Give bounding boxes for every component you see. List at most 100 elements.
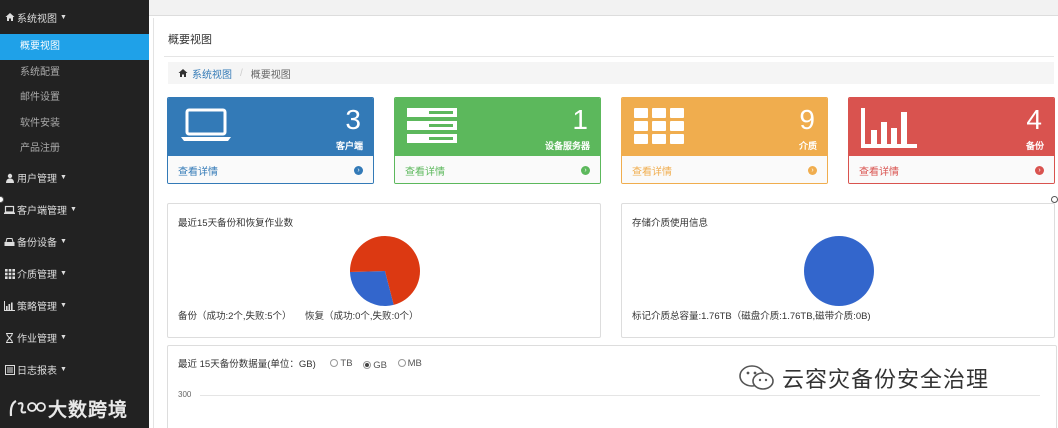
sidebar-group-label: 策略管理: [17, 302, 57, 313]
grid-line: [200, 395, 1040, 396]
arrow-right-icon: ›: [581, 166, 590, 175]
divider: [164, 56, 1054, 57]
card-details-link[interactable]: 查看详情 ›: [168, 156, 373, 183]
unit-radio-gb[interactable]: GB: [363, 360, 387, 371]
sidebar-group-clients[interactable]: 客户端管理 ▼: [0, 194, 149, 226]
radio-dot: [330, 359, 339, 367]
hourglass-icon: [4, 332, 15, 343]
main-area: 概要视图 系统视图 / 概要视图 3 客户端 查看详情 › 1 设备服务器 查看…: [149, 0, 1058, 428]
sidebar-item-product-register[interactable]: 产品注册: [0, 136, 149, 162]
card-details-link[interactable]: 查看详情 ›: [395, 156, 600, 183]
sidebar-item-system-config[interactable]: 系统配置: [0, 60, 149, 86]
volume-panel-title: 最近 15天备份数据量(单位：GB) TB GB MB: [178, 356, 430, 371]
card-count: 3: [345, 104, 361, 135]
sidebar-group-jobs[interactable]: 作业管理 ▼: [0, 322, 149, 354]
server-icon: [407, 108, 459, 149]
card-clients: 3 客户端 查看详情 ›: [167, 97, 374, 184]
sidebar-item-overview[interactable]: 概要视图: [0, 34, 149, 60]
radio-label: TB: [340, 357, 353, 369]
home-icon: [4, 12, 15, 23]
jobs-pie-chart: [350, 236, 420, 306]
laptop-icon: [4, 204, 15, 215]
card-details-link[interactable]: 查看详情 ›: [849, 156, 1054, 183]
sidebar-group-media[interactable]: 介质管理 ▼: [0, 258, 149, 290]
volume-panel-title-text: 最近 15天备份数据量(单位：GB): [178, 359, 316, 370]
storage-pie-chart: [804, 236, 874, 306]
card-label: 备份: [1025, 141, 1044, 151]
page-title: 概要视图: [168, 34, 212, 46]
radio-label: GB: [373, 359, 387, 371]
hdd-icon: [4, 236, 15, 247]
card-label: 介质: [798, 141, 817, 151]
watermark-right-text: 云容灾备份安全治理: [782, 367, 990, 392]
sidebar-group-label: 作业管理: [17, 334, 57, 345]
radio-dot: [397, 359, 406, 367]
list-icon: [4, 364, 15, 375]
sidebar-group-users[interactable]: 用户管理 ▼: [0, 162, 149, 194]
storage-summary: 标记介质总容量:1.76TB（磁盘介质:1.76TB,磁带介质:0B): [632, 311, 871, 322]
card-media: 9 介质 查看详情 ›: [621, 97, 828, 184]
home-icon: [178, 68, 188, 78]
card-header: 1 设备服务器: [395, 98, 600, 156]
sidebar-group-policies[interactable]: 策略管理 ▼: [0, 290, 149, 322]
card-header: 9 介质: [622, 98, 827, 156]
unit-radio-mb[interactable]: MB: [397, 357, 422, 369]
caret-down-icon: ▼: [60, 270, 67, 277]
sidebar-group-label: 用户管理: [17, 174, 57, 185]
bar-chart-icon: [4, 300, 15, 311]
card-count: 4: [1026, 104, 1042, 135]
grid-icon: [634, 108, 686, 149]
radio-label: MB: [407, 357, 422, 369]
sidebar-group-label: 备份设备: [17, 238, 57, 249]
card-count: 9: [799, 104, 815, 135]
card-label: 设备服务器: [544, 141, 590, 151]
sidebar-group-label: 介质管理: [17, 270, 57, 281]
caret-down-icon: ▼: [60, 13, 67, 21]
caret-down-icon: ▼: [70, 206, 77, 213]
caret-down-icon: ▼: [60, 174, 67, 181]
card-link-text: 查看详情: [859, 167, 899, 178]
watermark-logo-right: 云容灾备份安全治理: [738, 362, 989, 394]
card-header: 3 客户端: [168, 98, 373, 156]
card-details-link[interactable]: 查看详情 ›: [622, 156, 827, 183]
sidebar: 系统视图 ▼ 概要视图 系统配置 邮件设置 软件安装 产品注册 用户管理 ▼ 客…: [0, 0, 149, 428]
user-icon: [4, 172, 15, 183]
caret-down-icon: ▼: [60, 366, 67, 373]
content-area: 概要视图 系统视图 / 概要视图 3 客户端 查看详情 › 1 设备服务器 查看…: [153, 18, 1057, 428]
card-label: 客户端: [335, 141, 363, 151]
breadcrumb-link-system-view[interactable]: 系统视图: [192, 66, 232, 81]
top-strip: [149, 0, 1058, 16]
sidebar-group-label: 系统视图: [17, 13, 57, 25]
sidebar-item-mail-settings[interactable]: 邮件设置: [0, 85, 149, 111]
jobs-panel-title: 最近15天备份和恢复作业数: [178, 218, 294, 229]
card-count: 1: [572, 104, 588, 135]
watermark-left-text: 大数跨境: [48, 400, 129, 421]
jobs-restore-summary: 恢复（成功:0个,失败:0个）: [305, 311, 419, 322]
sidebar-group-backup-devices[interactable]: 备份设备 ▼: [0, 226, 149, 258]
unit-radio-group: TB GB MB: [330, 357, 429, 371]
caret-down-icon: ▼: [60, 302, 67, 309]
sidebar-group-system-view[interactable]: 系统视图 ▼: [0, 0, 149, 34]
sidebar-group-label: 日志报表: [17, 366, 57, 377]
card-backups: 4 备份 查看详情 ›: [848, 97, 1055, 184]
caret-down-icon: ▼: [60, 334, 67, 341]
watermark-logo-icon: [9, 399, 46, 416]
card-link-text: 查看详情: [178, 167, 218, 178]
jobs-backup-summary: 备份（成功:2个,失败:5个）: [178, 311, 292, 322]
sidebar-group-logs[interactable]: 日志报表 ▼: [0, 354, 149, 386]
card-link-text: 查看详情: [632, 167, 672, 178]
unit-radio-tb[interactable]: TB: [330, 357, 353, 369]
radio-dot-selected: [363, 361, 372, 369]
pie-slice-1: [804, 236, 874, 306]
resize-handle-right[interactable]: [1051, 196, 1058, 203]
card-device-servers: 1 设备服务器 查看详情 ›: [394, 97, 601, 184]
laptop-icon: [180, 108, 232, 145]
arrow-right-icon: ›: [808, 166, 817, 175]
arrow-right-icon: ›: [1035, 166, 1044, 175]
storage-panel: 存储介质使用信息 标记介质总容量:1.76TB（磁盘介质:1.76TB,磁带介质…: [621, 203, 1055, 338]
storage-panel-title: 存储介质使用信息: [632, 218, 709, 229]
watermark-logo-left: 大数跨境: [8, 395, 128, 422]
sidebar-item-software-install[interactable]: 软件安装: [0, 111, 149, 137]
breadcrumb-separator: /: [240, 67, 243, 79]
jobs-panel: 最近15天备份和恢复作业数 备份（成功:2个,失败:5个） 恢复（成功:0个,失…: [167, 203, 601, 338]
